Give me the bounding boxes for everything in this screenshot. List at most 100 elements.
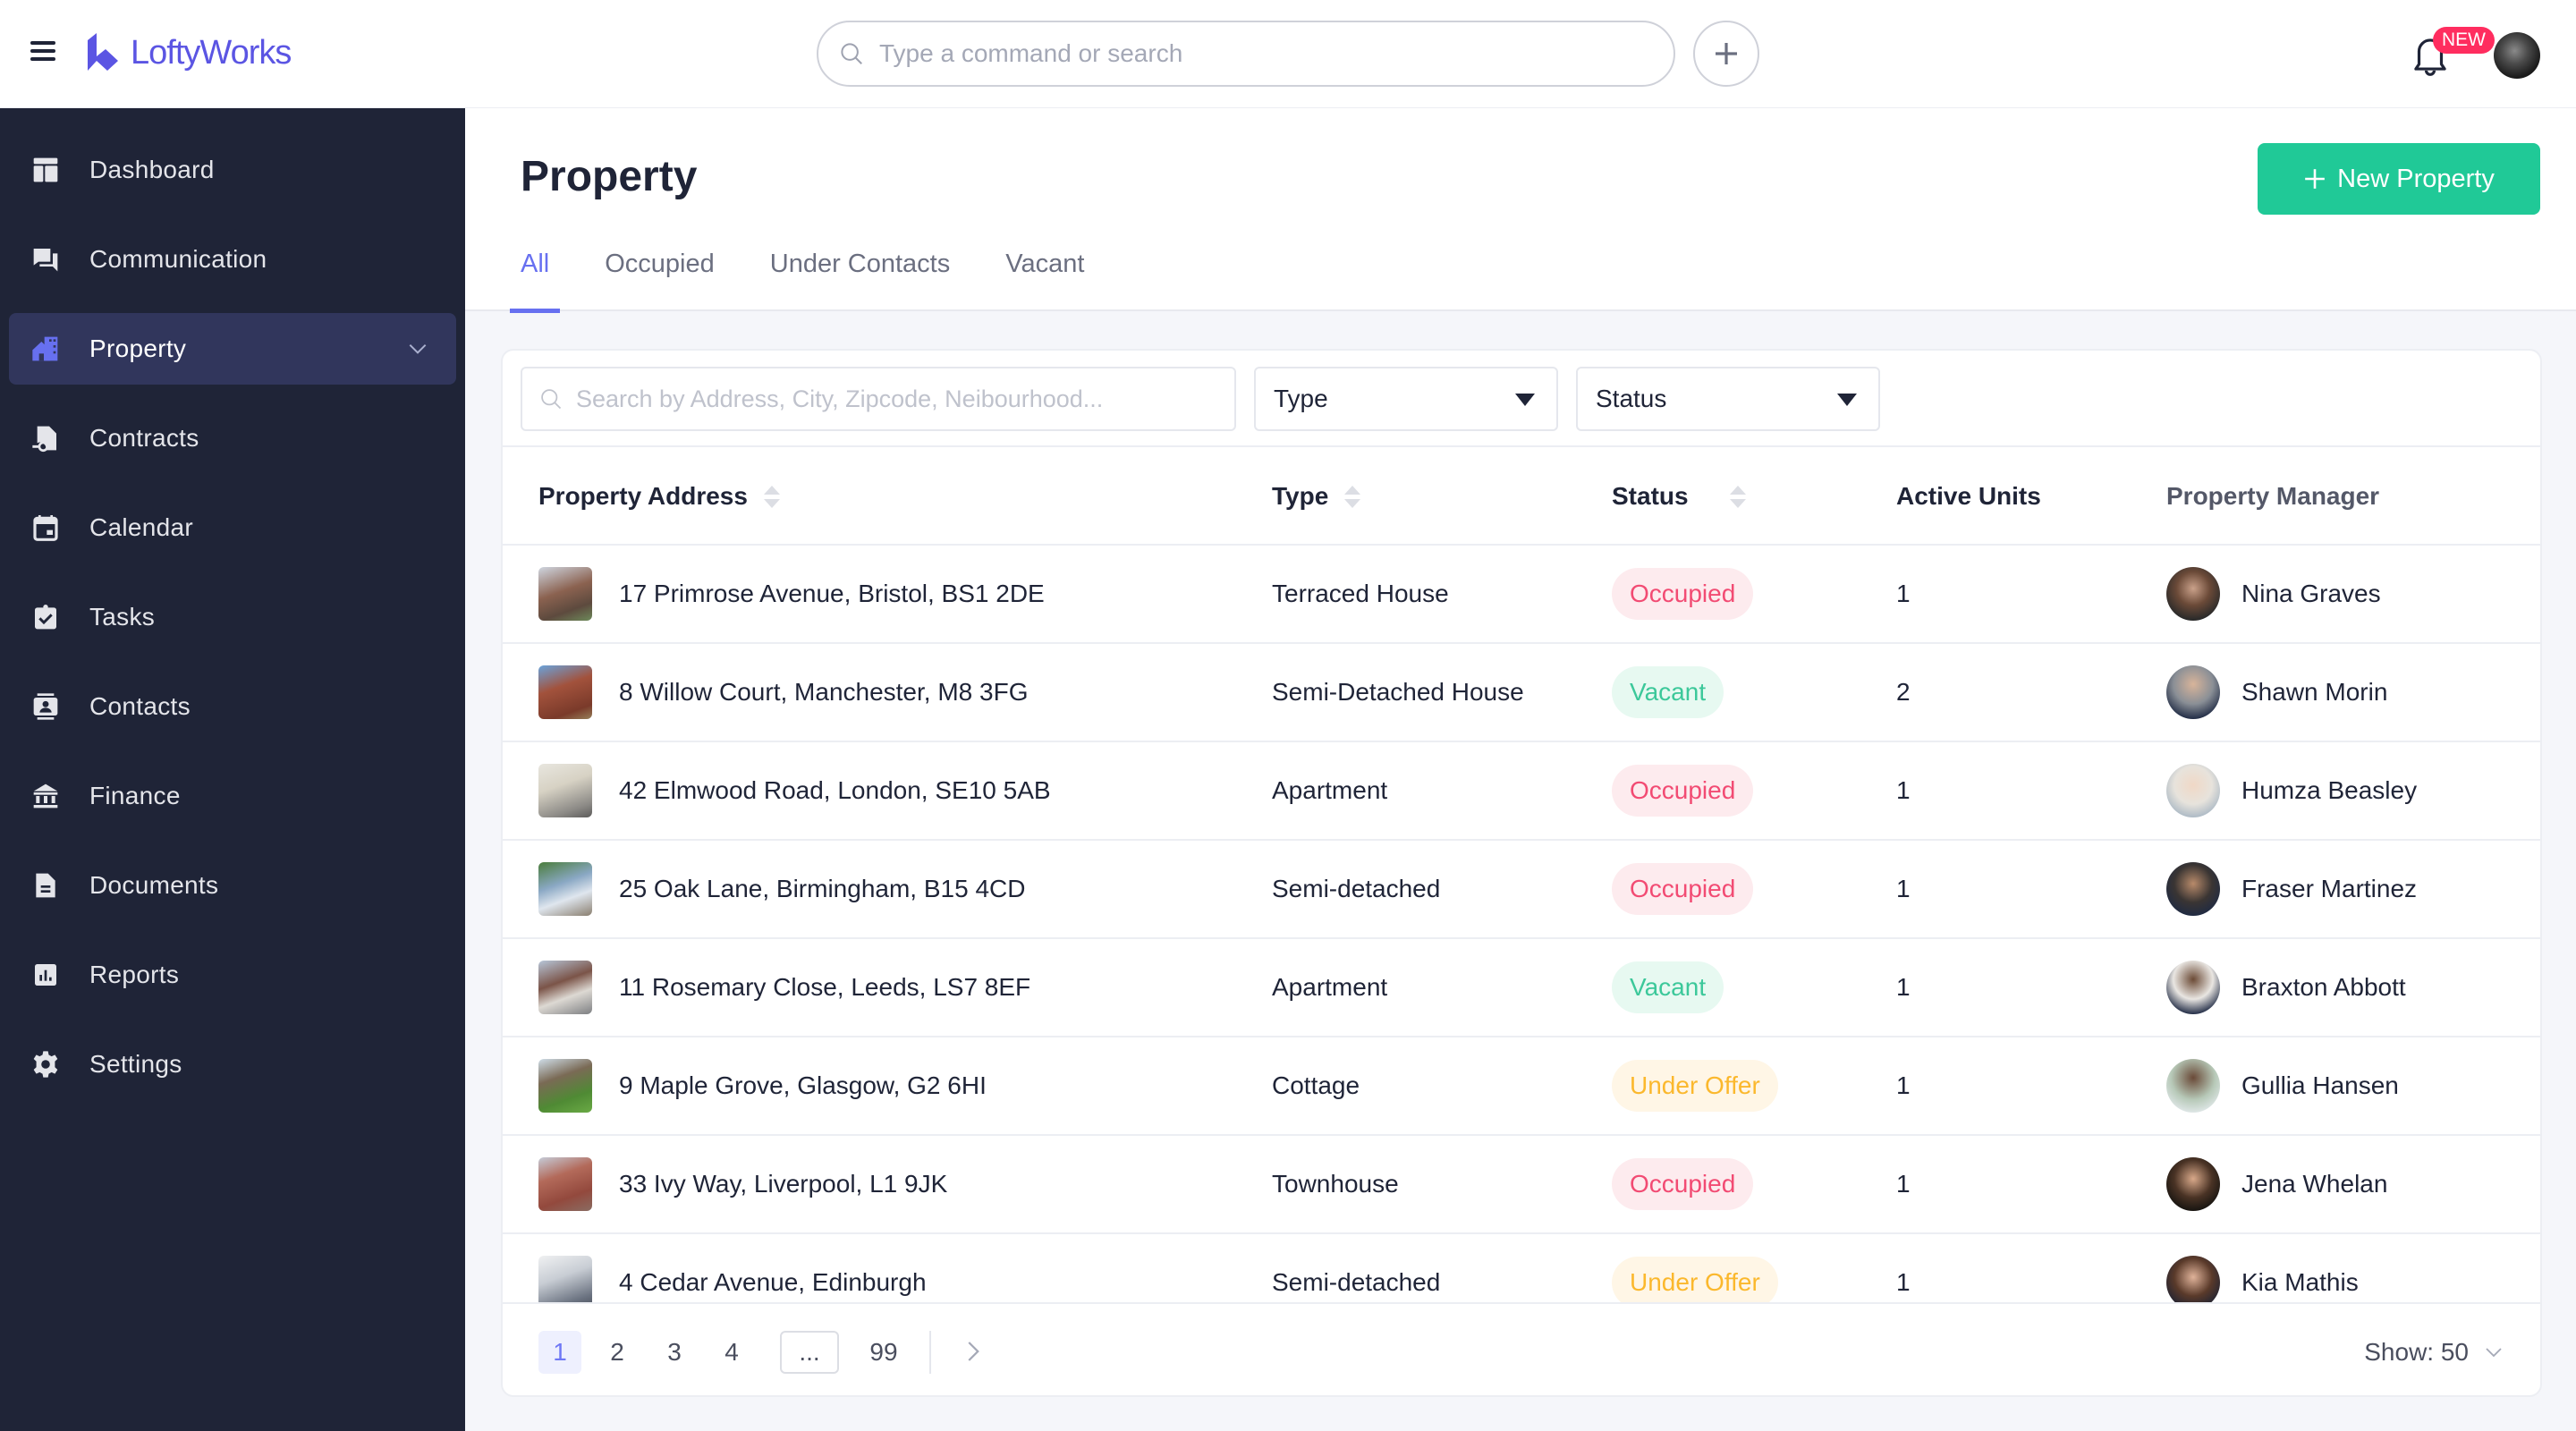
manager-name[interactable]: Nina Graves — [2241, 580, 2381, 608]
manager-name[interactable]: Gullia Hansen — [2241, 1071, 2399, 1100]
chevron-right-icon[interactable] — [959, 1338, 986, 1365]
active-units-cell: 1 — [1896, 546, 1911, 642]
user-avatar[interactable] — [2494, 32, 2540, 79]
property-tabs: All Occupied Under Contacts Vacant — [509, 241, 1140, 313]
tab-all[interactable]: All — [509, 241, 561, 313]
tab-occupied[interactable]: Occupied — [605, 241, 715, 311]
property-type: Apartment — [1272, 973, 1388, 1001]
plus-icon — [2305, 169, 2325, 189]
sidebar-item-reports[interactable]: Reports — [9, 939, 456, 1011]
manager-avatar — [2166, 665, 2220, 719]
type-cell: Semi-Detached House — [1272, 644, 1524, 741]
manager-name[interactable]: Braxton Abbott — [2241, 973, 2406, 1002]
column-header-address[interactable]: Property Address — [538, 447, 780, 546]
table-row[interactable]: 8 Willow Court, Manchester, M8 3FG Semi-D… — [503, 644, 2540, 742]
sidebar-item-contacts[interactable]: Contacts — [9, 671, 456, 742]
property-search-input[interactable] — [576, 385, 1220, 413]
command-search[interactable] — [817, 21, 1675, 87]
reports-icon — [30, 960, 61, 990]
property-type: Townhouse — [1272, 1170, 1399, 1198]
hamburger-menu-icon[interactable] — [30, 41, 55, 61]
bank-icon — [30, 781, 61, 811]
table-row[interactable]: 11 Rosemary Close, Leeds, LS7 8EF Apartme… — [503, 939, 2540, 1037]
page-button-99[interactable]: 99 — [862, 1331, 905, 1374]
command-search-input[interactable] — [879, 39, 1631, 68]
gear-icon — [30, 1049, 61, 1080]
plus-icon — [1716, 43, 1737, 64]
new-property-button[interactable]: New Property — [2258, 143, 2540, 215]
sidebar-item-label: Property — [89, 334, 187, 362]
property-address[interactable]: 25 Oak Lane, Birmingham, B15 4CD — [619, 875, 1025, 903]
status-cell: Occupied — [1612, 1136, 1754, 1232]
active-units-cell: 1 — [1896, 1136, 1911, 1232]
status-cell: Occupied — [1612, 546, 1754, 642]
sort-icon[interactable] — [1729, 485, 1746, 508]
sidebar-item-documents[interactable]: Documents — [9, 850, 456, 921]
column-header-status[interactable]: Status — [1612, 447, 1746, 546]
property-search[interactable] — [521, 367, 1236, 431]
manager-name[interactable]: Jena Whelan — [2241, 1170, 2387, 1198]
property-address[interactable]: 8 Willow Court, Manchester, M8 3FG — [619, 678, 1028, 707]
table-body: 17 Primrose Avenue, Bristol, BS1 2DE Terr… — [503, 546, 2540, 1302]
table-row[interactable]: 42 Elmwood Road, London, SE10 5AB Apartme… — [503, 742, 2540, 841]
page-button-3[interactable]: 3 — [653, 1331, 696, 1374]
sidebar-item-settings[interactable]: Settings — [9, 1029, 456, 1100]
page-button-4[interactable]: 4 — [710, 1331, 753, 1374]
manager-cell: Humza Beasley — [2166, 742, 2417, 839]
status-filter-select[interactable]: Status — [1576, 367, 1880, 431]
table-row[interactable]: 4 Cedar Avenue, Edinburgh Semi-detached Un… — [503, 1234, 2540, 1302]
quick-add-button[interactable] — [1693, 21, 1759, 87]
type-cell: Semi-detached — [1272, 1234, 1440, 1302]
sidebar-item-property[interactable]: Property — [9, 313, 456, 385]
tab-vacant[interactable]: Vacant — [1005, 241, 1084, 311]
property-thumbnail — [538, 862, 592, 916]
chevron-down-icon[interactable] — [406, 337, 429, 360]
sidebar-item-dashboard[interactable]: Dashboard — [9, 134, 456, 206]
property-type: Apartment — [1272, 776, 1388, 804]
sidebar-item-label: Contracts — [89, 424, 199, 452]
active-units: 1 — [1896, 580, 1911, 607]
type-cell: Terraced House — [1272, 546, 1449, 642]
active-units: 1 — [1896, 776, 1911, 804]
active-units-cell: 1 — [1896, 742, 1911, 839]
manager-cell: Gullia Hansen — [2166, 1037, 2399, 1134]
table-row[interactable]: 9 Maple Grove, Glasgow, G2 6HI Cottage Und… — [503, 1037, 2540, 1136]
property-address[interactable]: 17 Primrose Avenue, Bristol, BS1 2DE — [619, 580, 1045, 608]
logo[interactable]: LoftyWorks — [86, 30, 292, 75]
sidebar-item-finance[interactable]: Finance — [9, 760, 456, 832]
manager-name[interactable]: Shawn Morin — [2241, 678, 2387, 707]
property-thumbnail — [538, 1256, 592, 1302]
active-units-cell: 1 — [1896, 841, 1911, 937]
sidebar-item-tasks[interactable]: Tasks — [9, 581, 456, 653]
page-button-2[interactable]: 2 — [596, 1331, 639, 1374]
manager-name[interactable]: Kia Mathis — [2241, 1268, 2359, 1297]
type-filter-select[interactable]: Type — [1254, 367, 1558, 431]
property-address[interactable]: 42 Elmwood Road, London, SE10 5AB — [619, 776, 1051, 805]
sidebar-item-contracts[interactable]: Contracts — [9, 402, 456, 474]
table-row[interactable]: 33 Ivy Way, Liverpool, L1 9JK Townhouse Oc… — [503, 1136, 2540, 1234]
tab-under-contacts[interactable]: Under Contacts — [770, 241, 951, 311]
manager-name[interactable]: Fraser Martinez — [2241, 875, 2417, 903]
property-address[interactable]: 4 Cedar Avenue, Edinburgh — [619, 1268, 927, 1297]
manager-cell: Nina Graves — [2166, 546, 2381, 642]
property-address[interactable]: 9 Maple Grove, Glasgow, G2 6HI — [619, 1071, 987, 1100]
manager-avatar — [2166, 961, 2220, 1014]
sort-icon[interactable] — [1344, 485, 1361, 508]
page-ellipsis-button[interactable]: ... — [780, 1331, 839, 1374]
property-address[interactable]: 11 Rosemary Close, Leeds, LS7 8EF — [619, 973, 1030, 1002]
page-size-select[interactable]: Show: 50 — [2364, 1331, 2504, 1374]
sidebar-item-communication[interactable]: Communication — [9, 224, 456, 295]
property-address[interactable]: 33 Ivy Way, Liverpool, L1 9JK — [619, 1170, 947, 1198]
status-cell: Vacant — [1612, 644, 1724, 741]
type-cell: Cottage — [1272, 1037, 1360, 1134]
page-header: Property New Property All Occupied Under… — [465, 107, 2576, 313]
page-button-1[interactable]: 1 — [538, 1331, 581, 1374]
dashboard-icon — [30, 155, 61, 185]
column-header-property-manager: Property Manager — [2166, 447, 2379, 546]
table-row[interactable]: 25 Oak Lane, Birmingham, B15 4CD Semi-det… — [503, 841, 2540, 939]
manager-name[interactable]: Humza Beasley — [2241, 776, 2417, 805]
table-row[interactable]: 17 Primrose Avenue, Bristol, BS1 2DE Terr… — [503, 546, 2540, 644]
column-header-type[interactable]: Type — [1272, 447, 1361, 546]
sidebar-item-calendar[interactable]: Calendar — [9, 492, 456, 563]
sort-icon[interactable] — [763, 485, 780, 508]
